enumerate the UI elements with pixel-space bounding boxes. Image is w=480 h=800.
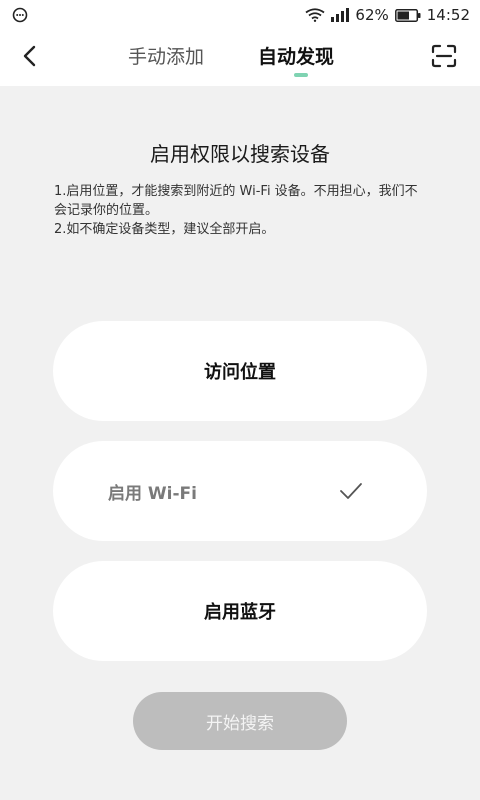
header: 手动添加 自动发现 (0, 30, 480, 86)
description-line-2: 2.如不确定设备类型，建议全部开启。 (54, 222, 275, 237)
page-title: 启用权限以搜索设备 (150, 142, 330, 166)
wifi-permission-button[interactable]: 启用 Wi-Fi (53, 441, 427, 541)
scan-button[interactable] (428, 42, 460, 74)
bluetooth-permission-label: 启用蓝牙 (204, 602, 276, 623)
status-time: 14:52 (426, 6, 470, 24)
check-icon (339, 479, 363, 503)
bluetooth-permission-button[interactable]: 启用蓝牙 (53, 561, 427, 661)
battery-icon (394, 8, 421, 22)
signal-icon (331, 8, 350, 22)
permission-description: 1.启用位置，才能搜索到附近的 Wi-Fi 设备。不用担心，我们不会记录你的位置… (54, 182, 430, 239)
tab-auto-discover[interactable]: 自动发现 (258, 44, 334, 70)
back-arrow-icon (22, 45, 38, 71)
message-bubble-icon (12, 7, 28, 23)
scan-icon (431, 44, 457, 72)
tab-manual-add[interactable]: 手动添加 (128, 44, 204, 70)
start-search-button[interactable]: 开始搜索 (133, 692, 347, 750)
description-line-1: 1.启用位置，才能搜索到附近的 Wi-Fi 设备。不用担心，我们不会记录你的位置… (54, 184, 418, 218)
status-bar: 62% 14:52 (0, 0, 480, 30)
back-button[interactable] (14, 42, 46, 74)
active-tab-indicator (294, 73, 308, 77)
wifi-icon (305, 8, 325, 22)
location-permission-button[interactable]: 访问位置 (53, 321, 427, 421)
wifi-permission-label: 启用 Wi-Fi (108, 483, 197, 504)
location-permission-label: 访问位置 (204, 362, 276, 383)
battery-percent: 62% (355, 6, 389, 24)
